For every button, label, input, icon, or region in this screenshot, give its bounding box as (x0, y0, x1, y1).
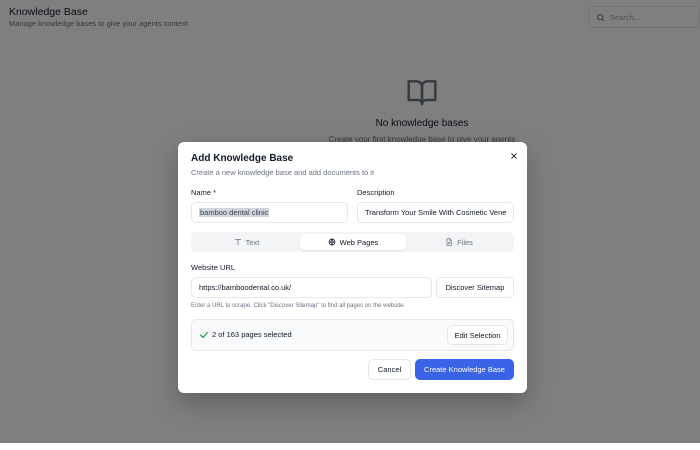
cancel-button[interactable]: Cancel (368, 359, 411, 380)
tab-text-label: Text (245, 237, 260, 247)
discover-sitemap-button[interactable]: Discover Sitemap (436, 277, 514, 298)
website-url-input[interactable]: https://bamboodental.co.uk/ (191, 277, 432, 298)
tab-web-pages[interactable]: Web Pages (300, 234, 406, 250)
tab-files-label: Files (457, 237, 473, 247)
tab-web-pages-label: Web Pages (339, 237, 379, 247)
description-value: Transform Your Smile With Cosmetic Vene (365, 208, 507, 217)
pages-selected-count: 2 of 163 pages selected (212, 330, 292, 339)
name-value: bamboo dental clinic (199, 208, 270, 217)
file-icon (446, 238, 452, 246)
pages-selection-box: 2 of 163 pages selected Edit Selection (191, 319, 514, 351)
tab-files[interactable]: Files (407, 234, 511, 250)
dialog-title: Add Knowledge Base (191, 153, 294, 164)
description-label: Description (357, 188, 395, 197)
close-icon (511, 153, 517, 159)
website-url-label: Website URL (191, 263, 236, 272)
edit-selection-button[interactable]: Edit Selection (447, 325, 508, 345)
description-input[interactable]: Transform Your Smile With Cosmetic Vene (357, 202, 514, 223)
text-icon (234, 239, 241, 246)
tab-text[interactable]: Text (194, 234, 299, 250)
url-hint: Enter a URL to scrape. Click "Discover S… (191, 303, 406, 309)
name-input[interactable]: bamboo dental clinic (191, 202, 348, 223)
check-icon (200, 331, 208, 339)
name-label: Name * (191, 188, 217, 197)
source-tabs: Text Web Pages Files (191, 232, 514, 252)
create-knowledge-base-button[interactable]: Create Knowledge Base (415, 359, 514, 380)
globe-icon (328, 238, 336, 246)
add-knowledge-base-dialog: Add Knowledge Base Create a new knowledg… (178, 142, 527, 393)
website-url-value: https://bamboodental.co.uk/ (199, 283, 292, 292)
close-button[interactable] (508, 150, 520, 162)
dialog-subtitle: Create a new knowledge base and add docu… (191, 168, 375, 177)
